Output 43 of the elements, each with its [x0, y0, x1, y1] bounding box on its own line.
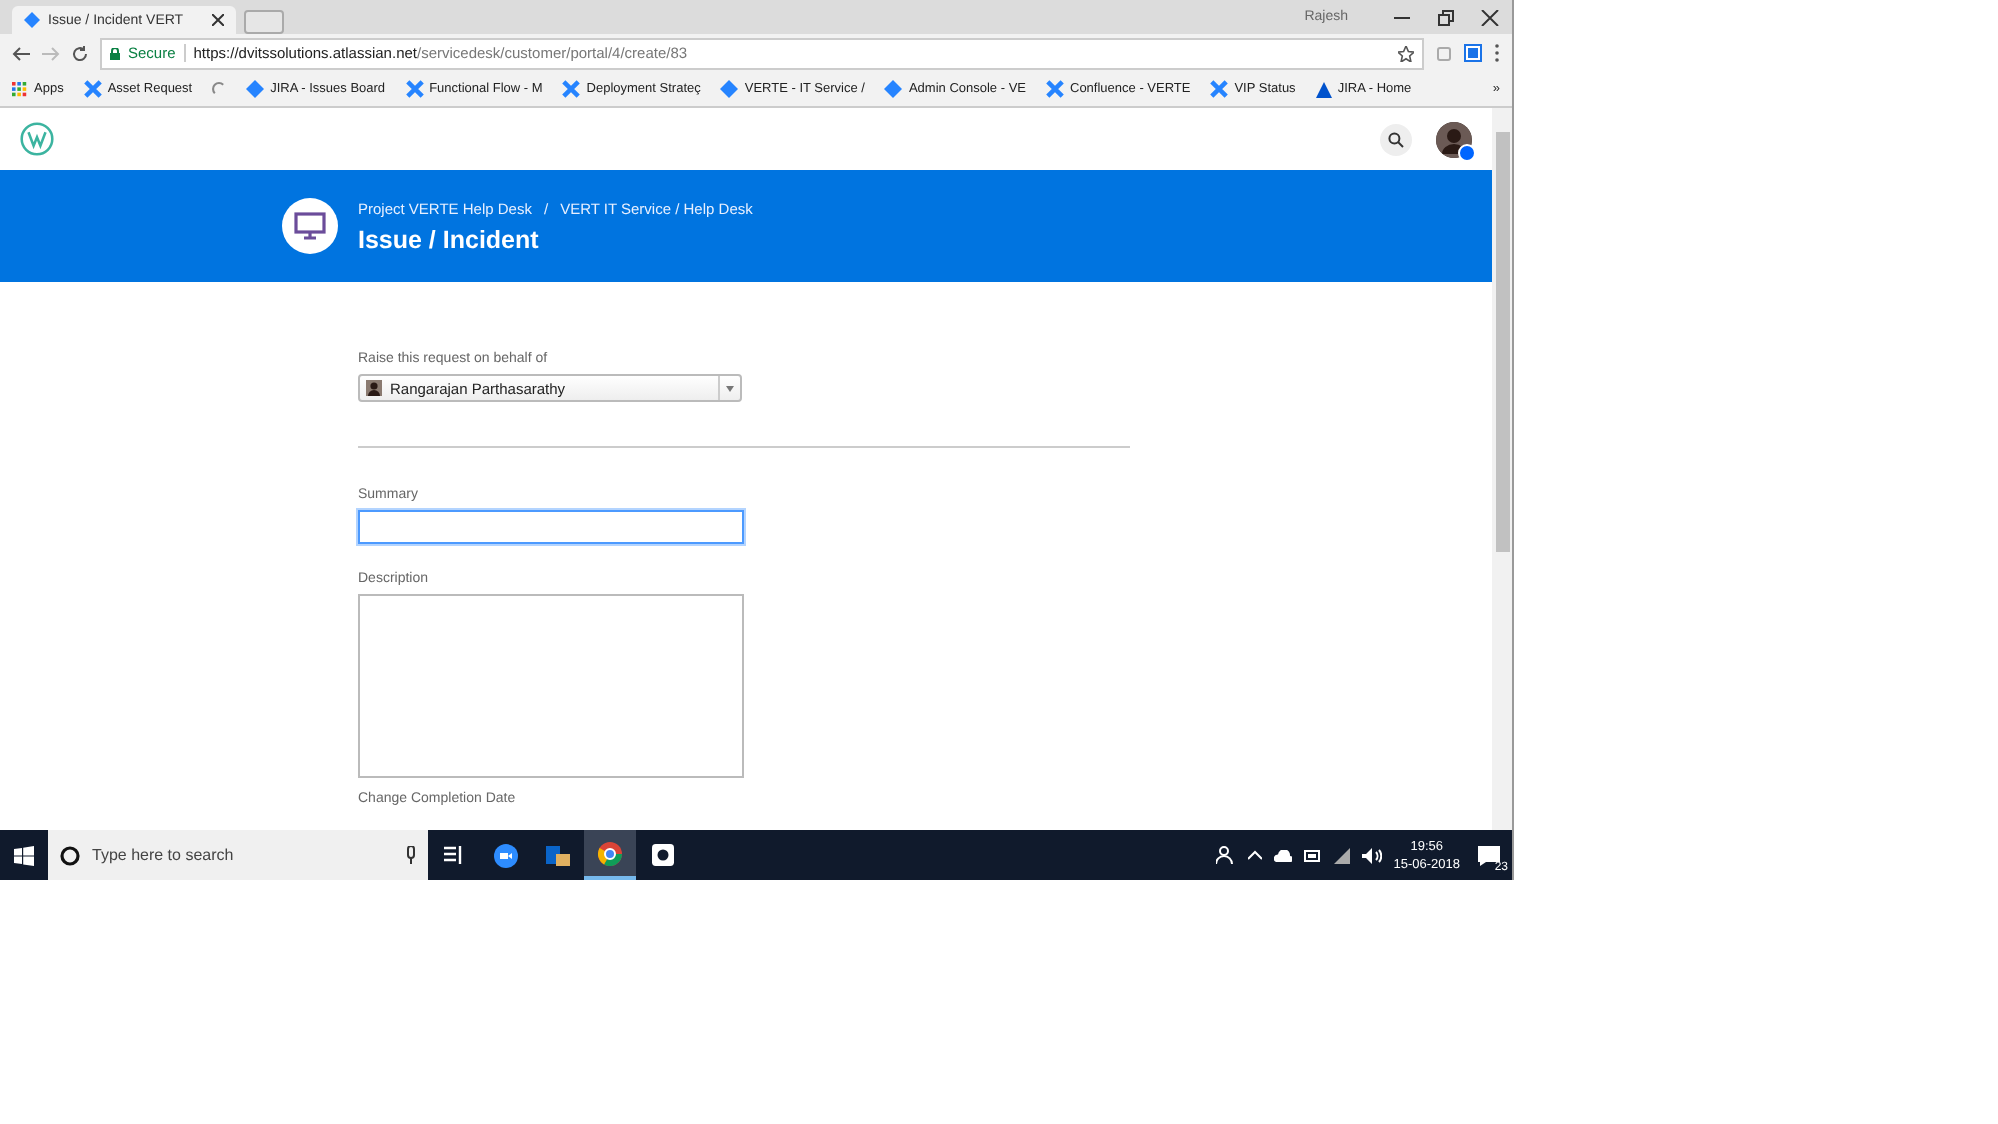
summary-field[interactable] [358, 510, 744, 544]
cortana-icon [60, 845, 80, 865]
taskbar-search-field[interactable]: Type here to search [48, 830, 428, 880]
user-avatar-icon [366, 380, 382, 396]
monitor-icon [294, 212, 326, 240]
jira-icon [24, 12, 40, 28]
mail-icon[interactable] [546, 843, 570, 867]
battery-icon[interactable] [1303, 849, 1322, 861]
cross-icon [1046, 80, 1064, 98]
jira-icon [884, 80, 903, 98]
page-title: Issue / Incident [358, 225, 541, 253]
search-icon [1388, 131, 1404, 147]
search-button[interactable] [1380, 123, 1412, 155]
triangle-icon [1315, 81, 1332, 97]
cross-icon [405, 80, 424, 98]
microphone-icon[interactable] [406, 846, 416, 864]
notifications-icon[interactable] [1477, 845, 1499, 865]
camera-icon[interactable] [494, 843, 518, 867]
chevron-up-icon[interactable] [1247, 850, 1262, 860]
reload-icon[interactable] [72, 45, 88, 61]
jira-icon [246, 80, 265, 98]
avatar[interactable] [1436, 121, 1472, 157]
start-icon[interactable] [14, 845, 34, 865]
cloud-icon[interactable] [1273, 849, 1292, 861]
menu-icon[interactable] [1494, 44, 1500, 62]
loading-icon [212, 82, 227, 96]
browser-icon[interactable] [598, 841, 622, 865]
speaker-icon[interactable] [1361, 847, 1382, 863]
close-icon[interactable] [212, 14, 224, 26]
back-icon[interactable] [12, 45, 30, 61]
logo-icon[interactable] [20, 122, 54, 156]
cross-icon [562, 80, 581, 98]
people-icon[interactable] [1215, 846, 1236, 864]
star-icon[interactable] [1398, 45, 1414, 61]
lock-icon [110, 47, 120, 59]
network-icon[interactable] [1333, 847, 1350, 863]
cross-icon [1210, 80, 1229, 98]
jira-icon [720, 80, 739, 98]
task-view-icon[interactable] [444, 846, 464, 864]
cross-icon [83, 80, 102, 98]
description-field[interactable] [358, 594, 744, 778]
caret-icon [726, 385, 734, 391]
apps-grid-icon [12, 81, 28, 97]
